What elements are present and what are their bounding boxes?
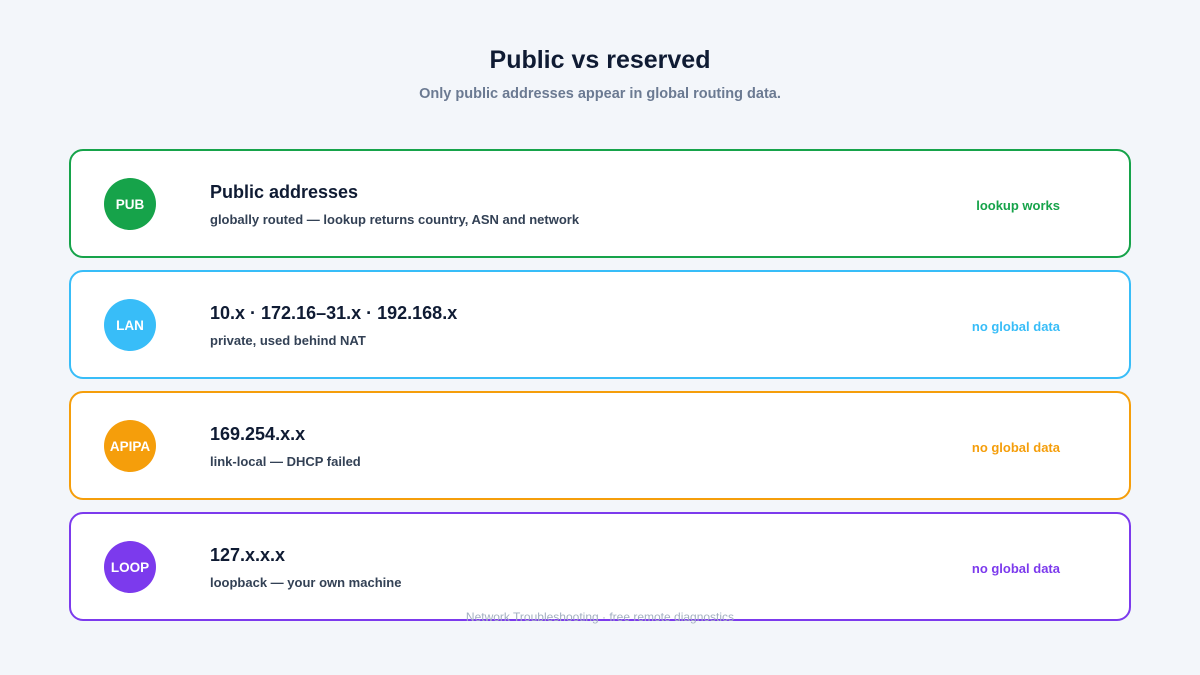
card-title: Public addresses (210, 182, 359, 202)
card-description: link-local — DHCP failed (210, 454, 361, 469)
card-description: private, used behind NAT (210, 333, 366, 348)
badge-apipa: APIPA (104, 420, 156, 472)
page-title: Public vs reserved (489, 46, 711, 74)
card-description: loopback — your own machine (210, 575, 402, 590)
card-apipa: APIPA 169.254.x.x link-local — DHCP fail… (69, 391, 1131, 500)
status-label: no global data (971, 561, 1060, 576)
page-subtitle: Only public addresses appear in global r… (419, 86, 781, 102)
badge-loop: LOOP (104, 541, 156, 593)
card-title: 127.x.x.x (210, 545, 286, 565)
card-title: 169.254.x.x (210, 424, 306, 444)
address-category-list: PUB Public addresses globally routed — l… (69, 149, 1131, 633)
card-title: 10.x · 172.16–31.x · 192.168.x (210, 303, 458, 323)
footer-text: Network Troubleshooting · free remote di… (465, 610, 735, 624)
card-lan: LAN 10.x · 172.16–31.x · 192.168.x priva… (69, 270, 1131, 379)
status-label: no global data (971, 440, 1060, 455)
status-label: lookup works (976, 198, 1060, 213)
badge-pub: PUB (104, 178, 156, 230)
card-public: PUB Public addresses globally routed — l… (69, 149, 1131, 258)
status-label: no global data (971, 319, 1060, 334)
card-description: globally routed — lookup returns country… (210, 212, 580, 227)
badge-lan: LAN (104, 299, 156, 351)
card-loopback: LOOP 127.x.x.x loopback — your own machi… (69, 512, 1131, 621)
